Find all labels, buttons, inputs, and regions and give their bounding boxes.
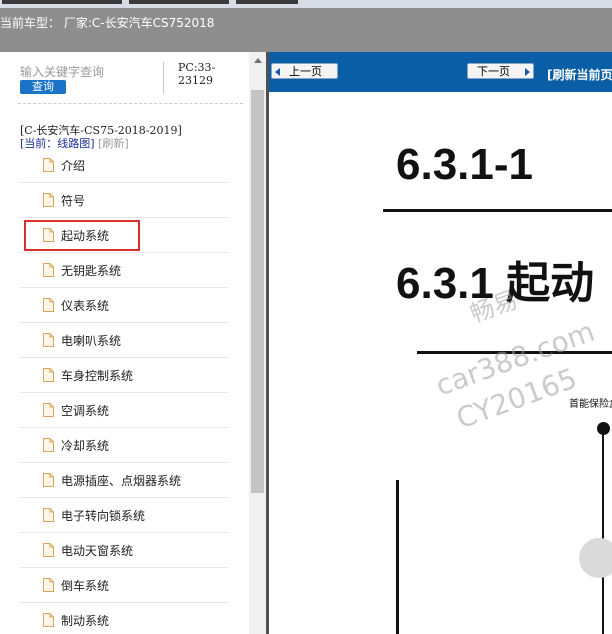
tree-item[interactable]: 介绍	[20, 148, 228, 183]
document-icon	[43, 543, 54, 557]
car-type-label: 当前车型：	[0, 16, 61, 30]
catalog-tree: 介绍符号起动系统无钥匙系统仪表系统电喇叭系统车身控制系统 空调系统冷却系统电源插座…	[20, 148, 228, 634]
tree-item[interactable]: 电喇叭系统	[20, 323, 228, 358]
pc-code: PC:33-23129	[178, 61, 216, 87]
arrow-left-icon	[275, 68, 280, 76]
document-icon	[43, 403, 54, 417]
browser-tab[interactable]	[2, 0, 122, 4]
document-icon	[43, 298, 54, 312]
arrow-right-icon	[525, 68, 530, 76]
tree-item[interactable]: 制动系统	[20, 603, 228, 634]
tree-item-label: 电源插座、点烟器系统	[61, 474, 182, 488]
scroll-up-arrow-icon[interactable]	[249, 52, 266, 69]
search-input[interactable]	[20, 64, 160, 80]
tree-item-label: 制动系统	[61, 614, 110, 628]
next-page-button[interactable]: 下一页	[467, 63, 534, 79]
tree-item[interactable]: 电源插座、点烟器系统	[20, 463, 228, 498]
document-icon	[43, 228, 54, 242]
document-icon	[43, 508, 54, 522]
title-rule	[383, 209, 612, 212]
tree-item-label: 符号	[61, 194, 86, 208]
document-icon	[43, 473, 54, 487]
document-icon	[43, 578, 54, 592]
tree-item-label: 倒车系统	[61, 579, 110, 593]
tree-item-label: 仪表系统	[61, 299, 110, 313]
document-icon	[43, 333, 54, 347]
wire-line	[602, 429, 604, 634]
search-button[interactable]: 查询	[20, 80, 66, 94]
tree-item-label: 电子转向锁系统	[61, 509, 146, 523]
refresh-page-link[interactable]: [刷新当前页	[547, 66, 612, 83]
tree-item[interactable]: 电子转向锁系统	[20, 498, 228, 533]
search-divider	[163, 62, 164, 94]
window-top-strip	[0, 0, 612, 8]
document-icon	[43, 193, 54, 207]
car-type-value: 厂家:C-长安汽车CS752018	[63, 16, 215, 30]
tree-item[interactable]: 无钥匙系统	[20, 253, 228, 288]
navigation-pane: 查询 PC:33-23129 [C-长安汽车-CS75-2018-2019] […	[0, 52, 249, 634]
document-icon	[43, 368, 54, 382]
left-scrollbar[interactable]	[249, 52, 266, 634]
tree-item[interactable]: 起动系统	[20, 218, 228, 253]
wire-line	[396, 480, 399, 634]
tree-item-label: 起动系统	[61, 229, 110, 243]
tree-item-label: 无钥匙系统	[61, 264, 122, 278]
fuse-box-label: 首能保险盒	[569, 399, 612, 410]
tree-item[interactable]: 车身控制系统	[20, 358, 228, 393]
prev-page-button[interactable]: 上一页	[271, 63, 338, 79]
document-icon	[43, 263, 54, 277]
scroll-thumb[interactable]	[251, 90, 264, 493]
document-icon	[43, 438, 54, 452]
browser-tab[interactable]	[236, 0, 298, 4]
tree-item-label: 电喇叭系统	[61, 334, 122, 348]
tree-item-label: 介绍	[61, 159, 86, 173]
document-viewer: 6.3.1-1 6.3.1 起动 首能保险盒 畅易 car388.com CY2…	[269, 92, 612, 634]
tree-item[interactable]: 冷却系统	[20, 428, 228, 463]
tree-item-label: 空调系统	[61, 404, 110, 418]
tree-item-label: 电动天窗系统	[61, 544, 134, 558]
document-icon	[43, 158, 54, 172]
tree-item[interactable]: 符号	[20, 183, 228, 218]
tree-item[interactable]: 电动天窗系统	[20, 533, 228, 568]
tree-item[interactable]: 仪表系统	[20, 288, 228, 323]
prev-page-label: 上一页	[289, 65, 322, 78]
document-icon	[43, 613, 54, 627]
page-header: 当前车型： 厂家:C-长安汽车CS752018	[0, 8, 612, 52]
document-toolbar: 上一页 下一页 [刷新当前页	[269, 52, 612, 92]
tree-item-label: 车身控制系统	[61, 369, 134, 383]
tree-item[interactable]: 倒车系统	[20, 568, 228, 603]
tree-item-label: 冷却系统	[61, 439, 110, 453]
browser-tab[interactable]	[129, 0, 229, 4]
tree-item[interactable]: 空调系统	[20, 393, 228, 428]
logo-badge	[579, 538, 612, 578]
dashed-separator	[18, 103, 243, 104]
car-type-info: 当前车型： 厂家:C-长安汽车CS752018	[0, 14, 214, 31]
document-page-number: 6.3.1-1	[396, 140, 533, 189]
next-page-label: 下一页	[477, 65, 510, 78]
